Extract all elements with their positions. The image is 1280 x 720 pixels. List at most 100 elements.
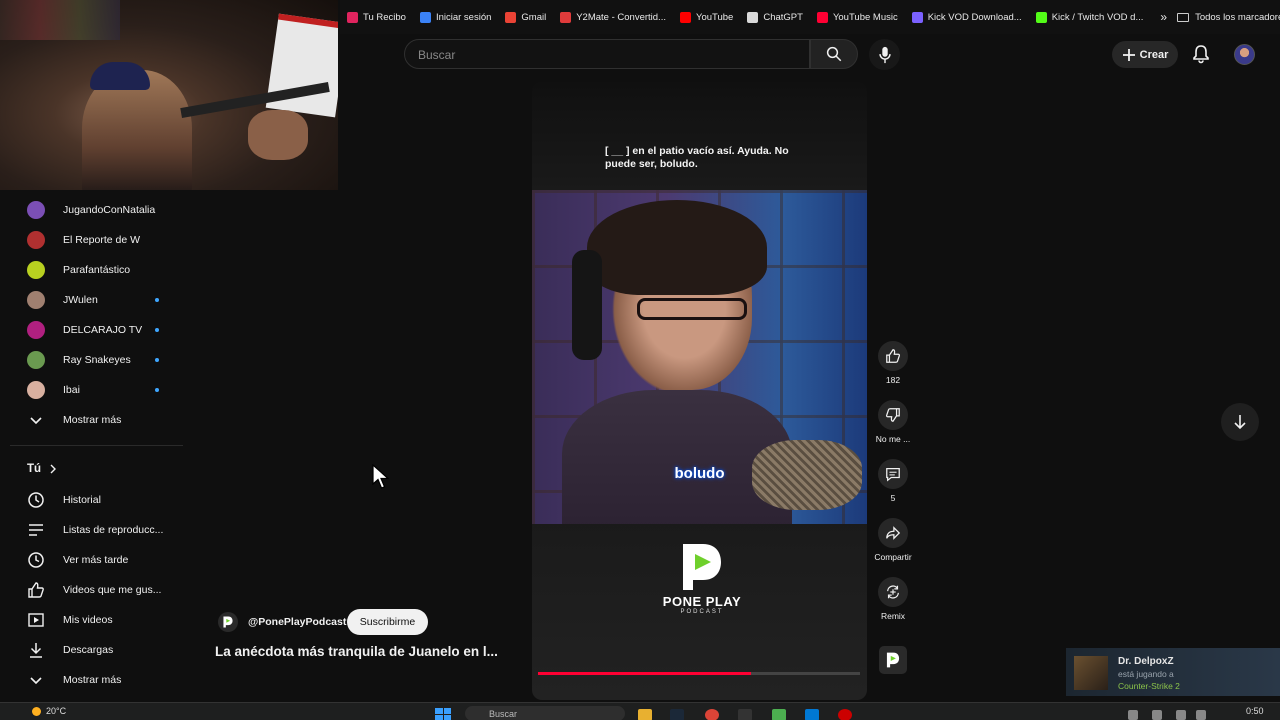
volume-icon[interactable] — [1196, 710, 1206, 720]
sidebar-item-label: Descargas — [63, 644, 114, 656]
network-icon[interactable] — [1176, 710, 1186, 720]
create-button[interactable]: Crear — [1112, 41, 1178, 68]
taskbar-search-placeholder: Buscar — [489, 709, 518, 719]
brand-subtitle: PODCAST — [680, 609, 724, 615]
remix-button[interactable]: Remix — [872, 577, 914, 621]
search-input[interactable]: Buscar — [404, 39, 810, 69]
channel-avatar[interactable] — [218, 612, 238, 632]
channel-avatar-icon — [27, 201, 45, 219]
sound-channel-thumbnail[interactable] — [879, 646, 907, 674]
bookmark-favicon-icon — [347, 11, 358, 23]
show-more-label: Mostrar más — [63, 674, 122, 686]
bookmark-label: YouTube Music — [832, 11, 898, 23]
dislike-button[interactable]: No me ... — [872, 400, 914, 444]
sidebar-subscription-item[interactable]: JugandoConNatalia — [0, 195, 185, 225]
bookmark-favicon-icon — [419, 11, 431, 23]
voice-search-button[interactable] — [869, 39, 900, 70]
bookmark-favicon-icon — [679, 11, 691, 23]
bookmark-item[interactable]: Iniciar sesión — [413, 0, 498, 34]
channel-avatar-icon — [27, 261, 45, 279]
screen: Tu Recibo Iniciar sesión Gmail Y2Mate - … — [0, 0, 1280, 720]
sidebar-item-label: Videos que me gus... — [63, 584, 162, 596]
search-icon — [826, 46, 842, 62]
bookmark-favicon-icon — [816, 11, 828, 23]
short-video-player[interactable]: [ __ ] en el patio vacío así. Ayuda. No … — [532, 82, 867, 700]
chevron-right-icon — [50, 464, 57, 474]
subscription-label: Ibai — [63, 384, 80, 396]
sidebar-subscription-item[interactable]: El Reporte de W — [0, 225, 185, 255]
webcam-shelf — [0, 0, 120, 40]
show-more-subscriptions-button[interactable]: Mostrar más — [0, 405, 185, 435]
next-short-button[interactable] — [1221, 403, 1259, 441]
file-explorer-icon[interactable] — [638, 709, 652, 720]
sidebar-subscription-item[interactable]: JWulen — [0, 285, 185, 315]
bookmark-item[interactable]: YouTube — [673, 0, 740, 34]
weather-temperature: 20°C — [46, 706, 67, 716]
sidebar-subscription-item[interactable]: Ray Snakeyes — [0, 345, 185, 375]
search-button[interactable] — [810, 39, 858, 69]
epic-games-icon[interactable] — [738, 709, 752, 720]
you-section-title[interactable]: Tú — [27, 463, 57, 475]
comments-button[interactable]: 5 — [872, 459, 914, 503]
you-section-label: Tú — [27, 463, 42, 475]
notification-user: Dr. DelpoxZ — [1118, 656, 1174, 667]
thumbs-down-icon — [878, 400, 908, 430]
sidebar-subscription-item[interactable]: DELCARAJO TV — [0, 315, 185, 345]
history-icon — [27, 491, 45, 509]
bookmark-item[interactable]: YouTube Music — [810, 0, 905, 34]
sidebar-item-history[interactable]: Historial — [0, 485, 185, 515]
bookmark-item[interactable]: Kick VOD Download... — [905, 0, 1029, 34]
account-avatar[interactable] — [1234, 44, 1255, 65]
sidebar-item-my-videos[interactable]: Mis videos — [0, 605, 185, 635]
friend-activity-notification[interactable]: Dr. DelpoxZ está jugando a Counter-Strik… — [1066, 648, 1280, 696]
comment-icon — [878, 459, 908, 489]
sidebar-subscription-item[interactable]: Ibai — [0, 375, 185, 405]
bookmark-label: Tu Recibo — [363, 11, 406, 23]
bookmark-item[interactable]: Y2Mate - Convertid... — [553, 0, 673, 34]
taskbar-search-input[interactable]: Buscar — [465, 706, 625, 720]
outlook-icon[interactable] — [805, 709, 819, 720]
app-icon[interactable] — [772, 709, 786, 720]
share-button[interactable]: Compartir — [872, 518, 914, 562]
windows-start-icon[interactable] — [435, 708, 451, 720]
bookmarks-overflow-button[interactable]: » — [1150, 10, 1177, 24]
like-button[interactable]: 182 — [872, 341, 914, 385]
windows-taskbar: 20°C Buscar 0:50 — [0, 702, 1280, 720]
bookmark-item[interactable]: Gmail — [498, 0, 553, 34]
tray-chevron-icon[interactable] — [1128, 710, 1138, 720]
like-count: 182 — [885, 375, 901, 385]
sidebar-subscription-item[interactable]: Parafantástico — [0, 255, 185, 285]
tray-app-icon[interactable] — [1152, 710, 1162, 720]
bookmark-item[interactable]: ChatGPT — [740, 0, 810, 34]
subscribe-button[interactable]: Suscribirme — [347, 609, 428, 635]
my-videos-icon — [27, 611, 45, 629]
subscription-label: DELCARAJO TV — [63, 324, 143, 336]
weather-widget[interactable]: 20°C — [32, 706, 66, 716]
sidebar-item-watch-later[interactable]: Ver más tarde — [0, 545, 185, 575]
sidebar-item-downloads[interactable]: Descargas — [0, 635, 185, 665]
steam-icon[interactable] — [670, 709, 684, 720]
channel-avatar-icon — [27, 351, 45, 369]
show-more-you-button[interactable]: Mostrar más — [0, 665, 185, 695]
sidebar-item-playlists[interactable]: Listas de reproducc... — [0, 515, 185, 545]
notification-game: Counter-Strike 2 — [1118, 681, 1180, 691]
sidebar-item-label: Mis videos — [63, 614, 113, 626]
video-title[interactable]: La anécdota más tranquila de Juanelo en … — [215, 644, 498, 659]
notifications-bell-icon[interactable] — [1191, 44, 1211, 64]
video-progress-bar[interactable] — [538, 672, 860, 675]
bookmark-item[interactable]: Kick / Twitch VOD d... — [1029, 0, 1151, 34]
taskbar-clock[interactable]: 0:50 — [1246, 706, 1264, 716]
person-glasses — [637, 298, 747, 320]
recording-app-icon[interactable] — [838, 709, 852, 720]
plus-icon — [1122, 48, 1135, 61]
chrome-icon[interactable] — [705, 709, 719, 720]
bookmark-item[interactable]: Tu Recibo — [340, 0, 413, 34]
webcam-cap — [90, 62, 150, 90]
folder-icon — [1177, 12, 1190, 22]
webcam-overlay — [0, 0, 338, 190]
all-bookmarks-button[interactable]: Todos los marcadores — [1177, 12, 1280, 23]
person-hair — [587, 200, 767, 295]
sidebar-item-liked-videos[interactable]: Videos que me gus... — [0, 575, 185, 605]
channel-name[interactable]: @PonePlayPodcast — [248, 616, 346, 628]
download-icon — [27, 641, 45, 659]
